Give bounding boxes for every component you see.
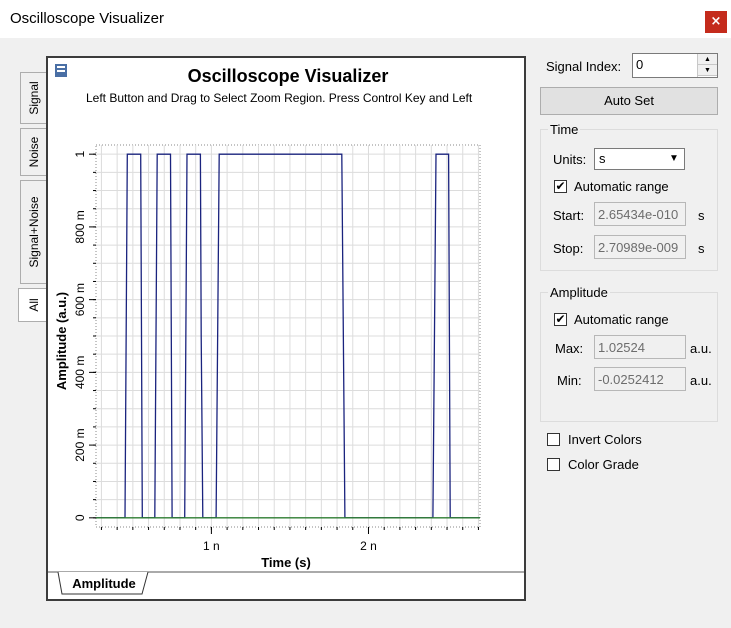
tab-signal-noise-label: Signal+Noise: [26, 196, 41, 268]
title-bar: Oscilloscope Visualizer ×: [0, 0, 731, 38]
y-tick-label: 600 m: [73, 283, 87, 316]
time-units-value: s: [599, 151, 606, 166]
time-stop-value: 2.70989e-009: [598, 240, 679, 255]
y-axis-ticks: 0 200 m 400 m 600 m 800 m 1: [73, 151, 96, 521]
amplitude-auto-range-label: Automatic range: [574, 312, 669, 327]
time-units-select[interactable]: s ▼: [594, 148, 685, 170]
auto-set-button[interactable]: Auto Set: [540, 87, 718, 115]
amplitude-max-unit: a.u.: [690, 341, 712, 356]
color-grade-checkbox[interactable]: [547, 458, 560, 471]
time-auto-range-label: Automatic range: [574, 179, 669, 194]
y-tick-label: 400 m: [73, 356, 87, 389]
close-button[interactable]: ×: [705, 11, 727, 33]
plot-menu-icon-line: [57, 70, 65, 72]
time-stop-label: Stop:: [553, 241, 584, 256]
plot-hint: Left Button and Drag to Select Zoom Regi…: [86, 91, 473, 105]
grid: [95, 144, 481, 528]
amplitude-min-field[interactable]: -0.0252412: [594, 367, 686, 391]
time-units-label: Units:: [553, 152, 587, 167]
tab-signal[interactable]: Signal: [20, 72, 46, 124]
time-auto-range-checkbox[interactable]: ✔: [554, 180, 567, 193]
amplitude-min-unit: a.u.: [690, 373, 712, 388]
auto-set-label: Auto Set: [604, 93, 654, 108]
color-grade-label: Color Grade: [568, 457, 639, 472]
time-stop-unit: s: [698, 241, 705, 256]
y-axis-label: Amplitude (a.u.): [54, 292, 69, 390]
time-group-title: Time: [548, 122, 581, 137]
y-tick-label: 0: [73, 514, 87, 521]
plot-menu-icon-line: [57, 66, 65, 68]
tab-noise-label: Noise: [26, 136, 41, 168]
check-icon: ✔: [555, 312, 566, 326]
plot-frame[interactable]: Oscilloscope Visualizer Left Button and …: [46, 56, 526, 601]
tab-noise[interactable]: Noise: [20, 128, 46, 176]
amplitude-min-label: Min:: [557, 373, 582, 388]
window-title: Oscilloscope Visualizer: [10, 10, 164, 27]
amplitude-group-title: Amplitude: [548, 285, 610, 300]
amplitude-auto-range-checkbox[interactable]: ✔: [554, 313, 567, 326]
x-tick-label: 2 n: [360, 539, 377, 553]
time-start-value: 2.65434e-010: [598, 207, 679, 222]
time-stop-field[interactable]: 2.70989e-009: [594, 235, 686, 259]
invert-colors-label: Invert Colors: [568, 432, 642, 447]
check-icon: ✔: [555, 179, 566, 193]
x-axis-ticks: 1 n 2 n: [100, 527, 479, 553]
spin-arrows[interactable]: ▲ ▼: [697, 54, 717, 77]
tab-signal-noise[interactable]: Signal+Noise: [20, 180, 46, 284]
spin-up-icon[interactable]: ▲: [698, 54, 717, 65]
tab-signal-label: Signal: [26, 81, 41, 115]
tab-all-label: All: [26, 298, 41, 312]
time-start-unit: s: [698, 208, 705, 223]
y-tick-label: 200 m: [73, 428, 87, 461]
amplitude-tab-label: Amplitude: [72, 576, 136, 591]
signal-index-stepper[interactable]: 0 ▲ ▼: [632, 53, 718, 78]
tab-all[interactable]: All: [18, 288, 48, 322]
y-tick-label: 800 m: [73, 210, 87, 243]
signal-index-value: 0: [636, 57, 644, 72]
oscilloscope-chart[interactable]: Oscilloscope Visualizer Left Button and …: [48, 58, 524, 599]
spin-down-icon[interactable]: ▼: [698, 65, 717, 76]
close-icon: ×: [710, 14, 722, 29]
time-start-label: Start:: [553, 208, 585, 223]
signal-index-label: Signal Index:: [546, 59, 622, 74]
amplitude-max-value: 1.02524: [598, 340, 645, 355]
x-axis-label: Time (s): [261, 555, 311, 570]
y-tick-label: 1: [73, 151, 87, 158]
amplitude-max-label: Max:: [555, 341, 584, 356]
plot-title: Oscilloscope Visualizer: [188, 66, 389, 86]
x-tick-label: 1 n: [203, 539, 220, 553]
amplitude-max-field[interactable]: 1.02524: [594, 335, 686, 359]
invert-colors-checkbox[interactable]: [547, 433, 560, 446]
time-start-field[interactable]: 2.65434e-010: [594, 202, 686, 226]
amplitude-min-value: -0.0252412: [598, 372, 664, 387]
chevron-down-icon[interactable]: ▼: [665, 150, 683, 168]
